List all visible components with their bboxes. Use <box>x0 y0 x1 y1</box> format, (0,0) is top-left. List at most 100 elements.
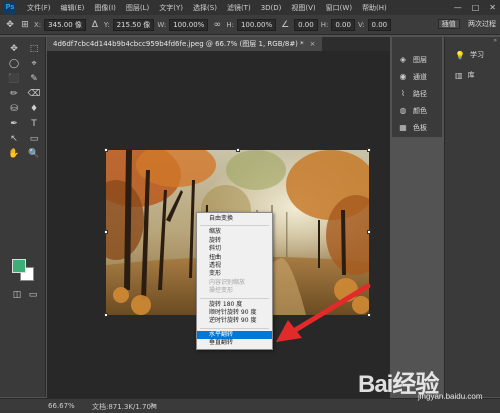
menu-file[interactable]: 文件(F) <box>22 3 56 13</box>
status-menu-arrow-icon[interactable]: > <box>150 401 156 409</box>
zoom-tool-icon[interactable]: 🔍 <box>25 148 43 161</box>
vskew-field[interactable]: 0.00 <box>367 18 392 31</box>
transform-handle-tr[interactable] <box>367 148 371 152</box>
transform-handle-r[interactable] <box>367 230 371 234</box>
close-icon[interactable]: ✕ <box>489 0 496 15</box>
menu-window[interactable]: 窗口(W) <box>321 3 357 13</box>
panel-tab-library[interactable]: ▥ 库 <box>445 65 500 85</box>
options-bar: ✥ ⊞ X: 345.00 像 ∆ Y: 215.50 像 W: 100.00%… <box>0 15 500 35</box>
relative-position-icon[interactable]: ∆ <box>89 20 101 30</box>
maximize-icon[interactable]: □ <box>472 0 480 15</box>
photoshop-logo-icon: Ps <box>4 1 16 14</box>
transform-handle-t[interactable] <box>236 148 240 152</box>
menu-view[interactable]: 视图(V) <box>286 3 320 13</box>
context-menu-item[interactable]: 旋转 <box>197 237 272 245</box>
move-tool-icon[interactable]: ✥ <box>5 43 23 56</box>
link-icon[interactable]: ∞ <box>211 20 223 30</box>
menu-type[interactable]: 文字(Y) <box>154 3 188 13</box>
move-tool-icon[interactable]: ✥ <box>4 20 16 30</box>
path-select-tool-icon[interactable]: ↖ <box>5 133 23 146</box>
quick-select-tool-icon[interactable]: ⌖ <box>25 58 43 71</box>
transform-context-menu: 自由变换 缩放 旋转 斜切 扭曲 透视 变形 内容识别缩放 操控变形 旋转 180 度顺时针旋转 … <box>196 212 273 351</box>
paths-icon: ⌇ <box>401 89 405 98</box>
learn-library-panel: » 💡 学习 ▥ 库 <box>444 37 500 397</box>
panel-tab-swatches[interactable]: ▦ 色板 <box>396 119 441 136</box>
context-menu-item[interactable]: 斜切 <box>197 245 272 253</box>
menu-layer[interactable]: 图层(L) <box>121 3 154 13</box>
annotation-arrow-icon <box>276 283 371 342</box>
context-menu-item[interactable]: 自由变换 <box>197 215 272 223</box>
document-info: 文档:871.3K/1.70M <box>92 403 157 411</box>
brush-tool-icon[interactable]: ✏ <box>5 88 23 101</box>
window-controls: — □ ✕ <box>454 0 496 15</box>
context-menu-item[interactable]: 逆时针旋转 90 度 <box>197 317 272 325</box>
hskew-label: H: <box>320 20 329 29</box>
w-field[interactable]: 100.00% <box>169 18 209 31</box>
menu-edit[interactable]: 编辑(E) <box>56 3 90 13</box>
dodge-tool-icon[interactable]: ♦ <box>25 103 43 116</box>
transform-handle-tl[interactable] <box>104 148 108 152</box>
transform-handle-l[interactable] <box>104 230 108 234</box>
context-menu-item[interactable]: 变形 <box>197 270 272 278</box>
context-menu-item[interactable]: 旋转 180 度 <box>197 301 272 309</box>
document-tab-title: 4d6df7cbc4d144b9b4cbcc959b4fd6fe.jpeg @ … <box>53 40 304 48</box>
screen-mode-icon[interactable]: ▭ <box>24 289 42 302</box>
panel-tab-label: 学习 <box>469 51 484 59</box>
vskew-label: V: <box>357 20 365 29</box>
y-label: Y: <box>103 20 110 29</box>
transform-handle-bl[interactable] <box>104 313 108 317</box>
menu-item-flip-horizontal[interactable]: 水平翻转 <box>197 330 272 340</box>
panel-tab-channels[interactable]: ◉ 通道 <box>396 68 441 85</box>
shape-tool-icon[interactable]: ▭ <box>25 133 43 146</box>
menu-help[interactable]: 帮助(H) <box>357 3 392 13</box>
eyedropper-tool-icon[interactable]: ✎ <box>25 73 43 86</box>
panel-tab-label: 通道 <box>413 72 427 81</box>
minimize-icon[interactable]: — <box>454 0 462 15</box>
menu-filter[interactable]: 滤镜(T) <box>222 3 256 13</box>
interpolation-select[interactable]: 插值 <box>437 19 460 29</box>
panel-tab-learn[interactable]: 💡 学习 <box>445 45 500 65</box>
angle-field[interactable]: 0.00 <box>294 18 318 31</box>
hskew-field[interactable]: 0.00 <box>331 18 355 31</box>
panel-tab-label: 颜色 <box>413 106 427 115</box>
foreground-color-swatch[interactable] <box>12 259 26 273</box>
context-menu-item[interactable]: 垂直翻转 <box>197 339 272 347</box>
panel-collapse-icon[interactable]: » <box>445 37 500 45</box>
context-menu-item: 内容识别缩放 <box>209 278 246 286</box>
panel-tab-color[interactable]: ◍ 颜色 <box>396 102 441 119</box>
menu-3d[interactable]: 3D(D) <box>256 4 287 12</box>
reference-point-icon[interactable]: ⊞ <box>19 20 31 30</box>
two-pass-label[interactable]: 两次过程 <box>468 20 496 28</box>
marquee-tool-icon[interactable]: ⬚ <box>25 43 43 56</box>
panel-tab-label: 图层 <box>413 55 427 64</box>
x-field[interactable]: 345.00 像 <box>44 18 86 31</box>
zoom-level[interactable]: 66.67% <box>48 402 75 410</box>
watermark-url: jingyan.baidu.com <box>418 392 483 401</box>
x-label: X: <box>34 20 42 29</box>
gradient-tool-icon[interactable]: ⛁ <box>5 103 23 116</box>
hand-tool-icon[interactable]: ✋ <box>5 148 23 161</box>
panel-tab-paths[interactable]: ⌇ 路径 <box>396 85 441 102</box>
panel-tab-layers[interactable]: ◈ 图层 <box>396 51 441 68</box>
crop-tool-icon[interactable]: ⬛ <box>5 73 23 86</box>
y-field[interactable]: 215.50 像 <box>112 18 155 31</box>
context-menu-item[interactable]: 缩放 <box>197 228 272 236</box>
menu-separator <box>200 225 269 227</box>
learn-icon: 💡 <box>455 50 465 60</box>
document-tab[interactable]: 4d6df7cbc4d144b9b4cbcc959b4fd6fe.jpeg @ … <box>47 37 322 51</box>
pen-tool-icon[interactable]: ✒ <box>5 118 23 131</box>
baidu-jingyan-watermark: Bai经验 jingyan.baidu.com <box>358 360 498 410</box>
menu-select[interactable]: 选择(S) <box>188 3 222 13</box>
context-menu-item[interactable]: 扭曲 <box>197 254 272 262</box>
type-tool-icon[interactable]: T <box>25 118 43 131</box>
layers-icon: ◈ <box>399 55 407 64</box>
menu-separator <box>200 327 269 329</box>
panel-tab-label: 路径 <box>413 89 427 98</box>
tools-panel: ✥ ⬚ ◯ ⌖ ⬛ ✎ ✏ ⌫ ⛁ ♦ ✒ T ↖ ▭ ✋ 🔍 ◫ ▭ <box>0 37 46 397</box>
tab-close-icon[interactable]: × <box>310 40 316 48</box>
menu-image[interactable]: 图像(I) <box>89 3 121 13</box>
w-label: W: <box>157 20 167 29</box>
eraser-tool-icon[interactable]: ⌫ <box>25 88 43 101</box>
h-field[interactable]: 100.00% <box>236 18 277 31</box>
lasso-tool-icon[interactable]: ◯ <box>5 58 23 71</box>
